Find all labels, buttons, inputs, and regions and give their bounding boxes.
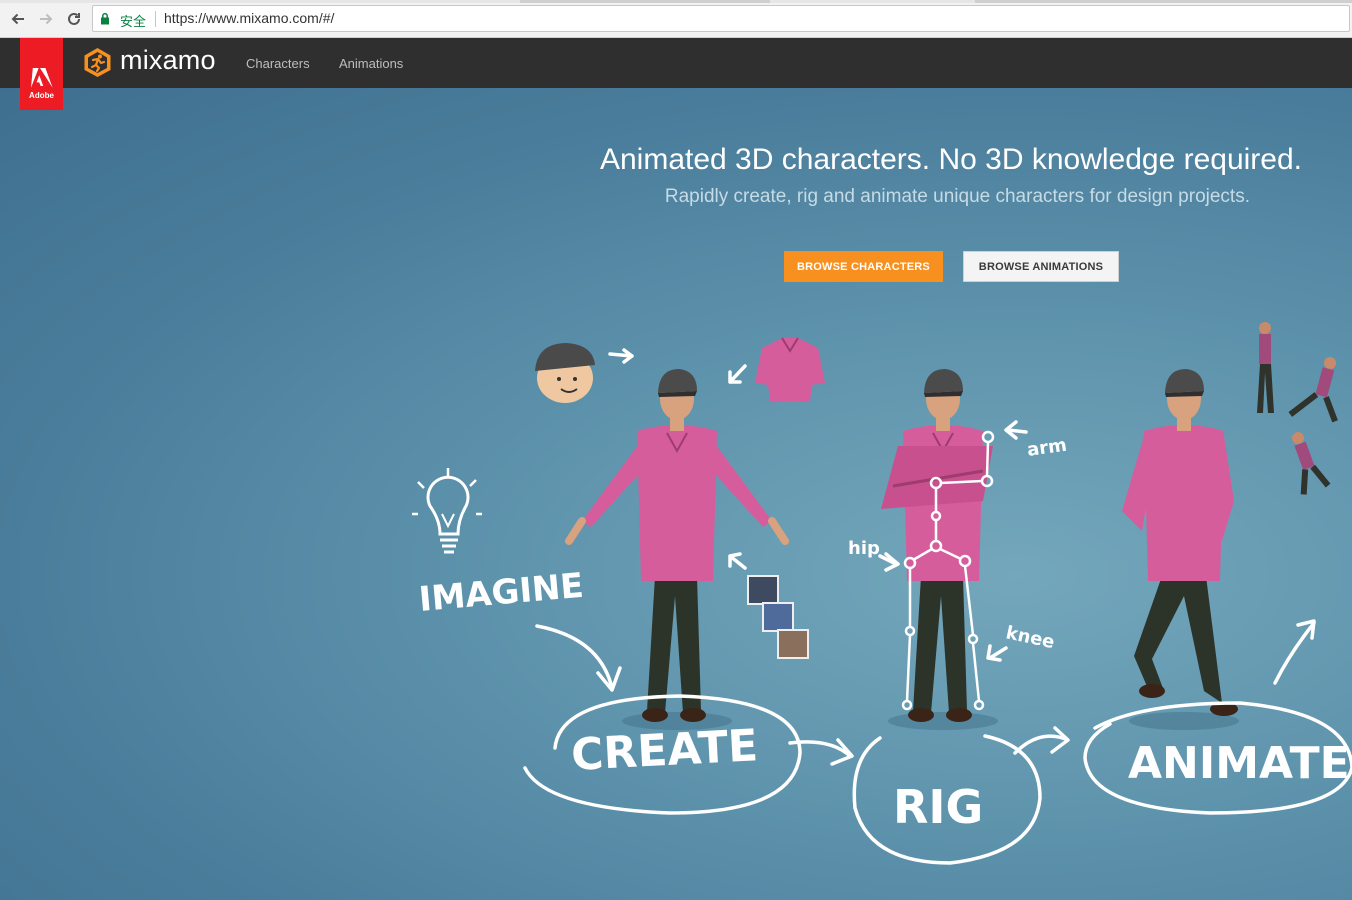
forward-arrow-icon [40,13,53,25]
back-button[interactable] [7,8,29,30]
adobe-logo[interactable]: Adobe [20,38,63,110]
cartoon-head-icon [535,343,595,403]
address-bar[interactable]: 安全 https://www.mixamo.com/#/ [92,5,1350,32]
hip-label: hip [848,538,880,559]
tab-strip [0,0,1352,3]
imagine-word: IMAGINE [417,566,585,620]
nav-characters[interactable]: Characters [246,56,310,71]
mixamo-wordmark[interactable]: mixamo [120,45,216,76]
adobe-wordmark: Adobe [29,91,54,100]
address-divider [155,11,156,27]
secure-label: 安全 [120,15,147,30]
hero-section: Animated 3D characters. No 3D knowledge … [0,88,1352,900]
lock-icon [101,12,109,25]
character-animate [1122,369,1239,730]
back-arrow-icon [11,13,24,25]
character-rig [881,368,999,731]
arm-label: arm [1026,435,1068,461]
nav-animations[interactable]: Animations [339,56,403,71]
animate-word: ANIMATE [1128,738,1350,789]
knee-label: knee [1004,622,1056,653]
rig-word: RIG [893,780,983,834]
reload-button[interactable] [63,8,85,30]
url-text[interactable]: https://www.mixamo.com/#/ [164,10,334,26]
fabric-swatches [747,575,809,659]
shirt-icon [755,337,825,401]
adobe-a-icon [31,68,53,88]
mixamo-runner-icon[interactable] [82,47,113,78]
forward-button[interactable] [35,8,57,30]
create-word: CREATE [570,720,759,781]
hero-illustration: IMAGINE CREATE RIG ANIMATE arm hip knee [412,322,1352,865]
browser-toolbar: 安全 https://www.mixamo.com/#/ [0,0,1352,38]
small-characters [1257,322,1338,495]
reload-icon [68,12,80,25]
lightbulb-icon [412,468,482,554]
